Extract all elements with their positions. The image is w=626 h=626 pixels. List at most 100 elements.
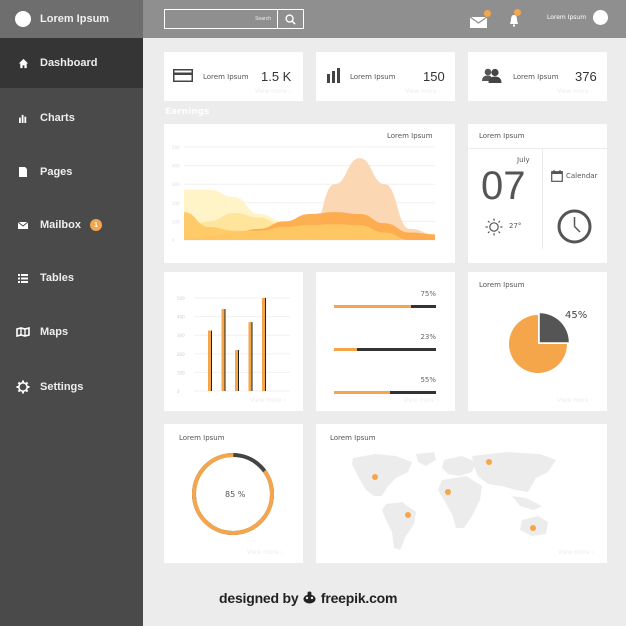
- sidebar-item-pages[interactable]: Pages: [0, 147, 143, 197]
- y-tick-label: 200: [172, 201, 180, 206]
- bar-chart-icon: [16, 111, 30, 125]
- view-more-link[interactable]: View more ›: [558, 549, 594, 556]
- stat-value: 376: [575, 69, 597, 84]
- map-card: Lorem Ipsum View more ›: [316, 424, 607, 563]
- stat-card-users: Lorem Ipsum 376 View more ›: [468, 52, 607, 101]
- sun-icon: [485, 218, 503, 236]
- mailbox-badge: 1: [89, 219, 102, 231]
- sidebar-item-mailbox[interactable]: Mailbox 1: [0, 200, 143, 250]
- map-southeast-asia: [512, 496, 542, 510]
- view-more-link[interactable]: View more ›: [557, 88, 593, 95]
- divider: [468, 148, 607, 149]
- search-button[interactable]: [277, 10, 303, 28]
- map-icon: [16, 325, 30, 339]
- sidebar: Lorem Ipsum Dashboard Charts Pages Mailb…: [0, 0, 143, 626]
- search-input[interactable]: [165, 10, 277, 28]
- clock-icon[interactable]: [557, 209, 592, 244]
- search-box: [164, 9, 304, 29]
- footer-credit: designed by freepik.com: [219, 590, 397, 606]
- y-tick-label: 0: [177, 389, 180, 394]
- gear-icon: [16, 380, 30, 394]
- bar: [208, 330, 211, 391]
- y-tick-label: 100: [177, 370, 185, 375]
- stat-card-revenue: Lorem Ipsum 1.5 K View more ›: [164, 52, 303, 101]
- app-title: Lorem Ipsum: [40, 13, 110, 25]
- section-label-earnings: Earnings: [165, 107, 210, 117]
- messages-button[interactable]: [469, 10, 491, 32]
- month: July: [517, 156, 530, 164]
- divider: [542, 149, 543, 249]
- bar: [221, 309, 225, 391]
- map-marker: [486, 459, 492, 465]
- credit-card-icon: [173, 69, 193, 82]
- sidebar-item-tables[interactable]: Tables: [0, 253, 143, 303]
- progress-label: 23%: [420, 333, 436, 341]
- notification-dot: [484, 10, 491, 17]
- map-south-america: [382, 502, 416, 550]
- progress-fill: [334, 348, 358, 351]
- brand: Lorem Ipsum: [0, 0, 143, 38]
- bar-chart-icon: [327, 68, 340, 83]
- view-more-link[interactable]: View more ›: [247, 549, 283, 556]
- sidebar-item-settings[interactable]: Settings: [0, 362, 143, 412]
- page-icon: [16, 165, 30, 179]
- topbar: Lorem Ipsum: [143, 0, 626, 38]
- avatar[interactable]: [593, 10, 608, 25]
- map-marker: [405, 512, 411, 518]
- mail-icon: [469, 16, 488, 28]
- earnings-area-chart: 0 100 200 300 400 500: [172, 145, 435, 243]
- temperature: 27°: [509, 222, 522, 230]
- logo: [15, 11, 31, 27]
- map-africa: [438, 476, 482, 528]
- user-name[interactable]: Lorem Ipsum: [547, 14, 586, 21]
- map-asia: [472, 452, 556, 492]
- map-greenland: [416, 452, 436, 466]
- bar: [262, 298, 265, 391]
- sidebar-item-charts[interactable]: Charts: [0, 93, 143, 143]
- bar: [248, 322, 252, 391]
- pie-card: Lorem Ipsum 45% View more ›: [468, 272, 607, 411]
- view-more-link[interactable]: View more ›: [255, 88, 291, 95]
- pie-label: 45%: [565, 310, 588, 321]
- bar-chart: 0 100 200 300 400 500: [177, 296, 290, 394]
- progress-card: 75% 23% 55% View more ›: [316, 272, 455, 411]
- ring-label: 85 %: [225, 490, 246, 499]
- stat-card-sales: Lorem Ipsum 150 View more ›: [316, 52, 455, 101]
- ring-card: Lorem Ipsum 85 % View more ›: [164, 424, 303, 563]
- pie-chart: [509, 313, 569, 373]
- sidebar-item-label: Dashboard: [40, 57, 98, 69]
- view-more-link[interactable]: View more ›: [405, 88, 441, 95]
- y-tick-label: 0: [172, 238, 175, 243]
- footer-brand: freepik.com: [320, 590, 398, 606]
- home-icon: [16, 56, 30, 70]
- y-tick-label: 500: [172, 145, 180, 150]
- y-tick-label: 200: [177, 352, 185, 357]
- map-marker: [445, 489, 451, 495]
- earnings-card: Lorem Ipsum 0 100 200 300 400 500: [164, 124, 455, 263]
- stat-label: Lorem Ipsum: [203, 73, 249, 81]
- map-north-america: [352, 454, 412, 496]
- progress-bar: [334, 391, 436, 394]
- notification-dot: [514, 9, 521, 16]
- list-icon: [16, 271, 30, 285]
- world-map[interactable]: [316, 424, 607, 563]
- calendar-label[interactable]: Calendar: [566, 172, 597, 180]
- view-more-link[interactable]: View more ›: [250, 397, 286, 404]
- sidebar-item-label: Tables: [40, 272, 75, 284]
- progress-fill: [334, 305, 411, 308]
- map-europe: [442, 456, 476, 476]
- stat-value: 150: [423, 69, 445, 84]
- view-more-link[interactable]: View more ›: [403, 397, 439, 404]
- sidebar-item-dashboard[interactable]: Dashboard: [0, 38, 143, 88]
- mail-icon: [16, 218, 30, 232]
- y-tick-label: 300: [172, 182, 180, 187]
- calendar-icon[interactable]: [551, 170, 563, 182]
- sidebar-item-maps[interactable]: Maps: [0, 307, 143, 357]
- sidebar-item-label: Mailbox: [40, 219, 81, 231]
- notifications-button[interactable]: [509, 9, 521, 31]
- bar-chart-card: 0 100 200 300 400 500 View more ›: [164, 272, 303, 411]
- view-more-link[interactable]: View more ›: [557, 397, 593, 404]
- users-icon: [482, 68, 502, 83]
- map-marker: [372, 474, 378, 480]
- y-tick-label: 400: [177, 315, 185, 320]
